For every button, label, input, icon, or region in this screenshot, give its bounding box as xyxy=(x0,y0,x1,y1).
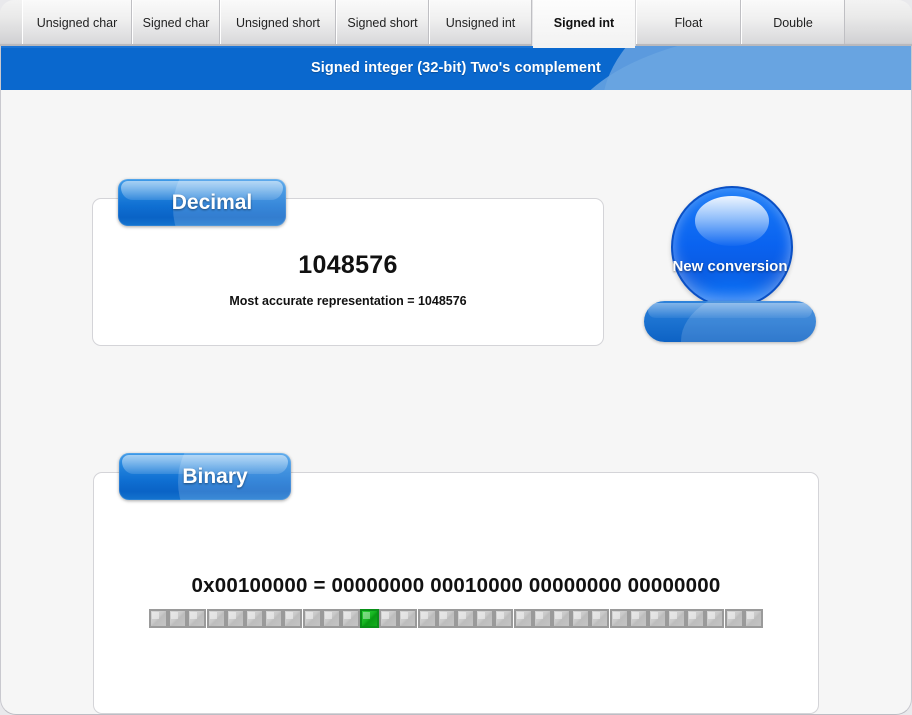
bit-cell-9[interactable] xyxy=(321,609,341,628)
tab-signed-int[interactable]: Signed int xyxy=(532,0,636,48)
bit-cell-25[interactable] xyxy=(628,609,648,628)
bit-cell-1[interactable] xyxy=(168,609,188,628)
bit-cell-17[interactable] xyxy=(475,609,495,628)
bit-cell-0[interactable] xyxy=(149,609,168,628)
tab-label: Unsigned char xyxy=(36,16,118,30)
bit-cell-20[interactable] xyxy=(532,609,552,628)
tab-label: Float xyxy=(674,16,703,30)
tab-list: Unsigned char Signed char Unsigned short… xyxy=(22,0,845,48)
page-banner: Signed integer (32-bit) Two's complement xyxy=(1,46,911,90)
bit-cell-23[interactable] xyxy=(590,609,610,628)
tab-signed-short[interactable]: Signed short xyxy=(336,0,429,46)
bit-cell-27[interactable] xyxy=(667,609,687,628)
bit-cell-7[interactable] xyxy=(283,609,303,628)
binary-tag-label: Binary xyxy=(182,464,248,488)
decimal-value: 1048576 xyxy=(298,251,398,279)
tab-label: Unsigned int xyxy=(445,16,516,30)
bit-cell-3[interactable] xyxy=(206,609,226,628)
bit-cell-19[interactable] xyxy=(513,609,533,628)
decimal-accuracy-note: Most accurate representation = 1048576 xyxy=(229,294,467,308)
bit-cell-21[interactable] xyxy=(551,609,571,628)
bit-cell-16[interactable] xyxy=(456,609,475,628)
bit-cell-4[interactable] xyxy=(225,609,245,628)
bit-cell-29[interactable] xyxy=(705,609,725,628)
bit-cell-10[interactable] xyxy=(340,609,360,628)
bit-cell-5[interactable] xyxy=(244,609,264,628)
bit-cell-30[interactable] xyxy=(724,609,744,628)
page-title: Signed integer (32-bit) Two's complement xyxy=(311,60,601,76)
tab-unsigned-char[interactable]: Unsigned char xyxy=(22,0,132,46)
tab-signed-char[interactable]: Signed char xyxy=(132,0,220,46)
tab-unsigned-short[interactable]: Unsigned short xyxy=(220,0,336,46)
decimal-tag-label: Decimal xyxy=(171,190,253,214)
content-panel: Signed integer (32-bit) Two's complement… xyxy=(0,46,912,715)
tab-label: Signed short xyxy=(347,16,418,30)
application-window: Unsigned char Signed char Unsigned short… xyxy=(0,0,912,715)
tab-label: Signed char xyxy=(142,16,210,30)
binary-section-tag: Binary xyxy=(119,453,291,500)
bit-cell-26[interactable] xyxy=(647,609,667,628)
bit-cell-14[interactable] xyxy=(417,609,437,628)
bit-cell-22[interactable] xyxy=(571,609,591,628)
new-conversion-button[interactable]: New conversion xyxy=(644,186,816,346)
tab-float[interactable]: Float xyxy=(636,0,741,46)
new-conversion-label: New conversion xyxy=(672,257,788,275)
bit-cell-2[interactable] xyxy=(187,609,207,628)
bit-cell-12[interactable] xyxy=(379,609,399,628)
tab-label: Signed int xyxy=(553,16,615,30)
bit-cell-31[interactable] xyxy=(743,609,763,628)
bit-cell-24[interactable] xyxy=(609,609,629,628)
tab-unsigned-int[interactable]: Unsigned int xyxy=(429,0,532,46)
bit-cell-11[interactable] xyxy=(360,609,380,628)
decimal-section-tag: Decimal xyxy=(118,179,286,226)
tab-strip: Unsigned char Signed char Unsigned short… xyxy=(0,0,912,48)
tab-label: Double xyxy=(773,16,813,30)
tab-double[interactable]: Double xyxy=(741,0,845,46)
bit-cell-15[interactable] xyxy=(436,609,456,628)
tab-label: Unsigned short xyxy=(235,16,321,30)
bit-cell-13[interactable] xyxy=(398,609,418,628)
bit-cell-18[interactable] xyxy=(494,609,514,628)
bit-toggle-row[interactable] xyxy=(149,609,763,628)
bit-cell-8[interactable] xyxy=(302,609,322,628)
bit-cell-28[interactable] xyxy=(686,609,706,628)
binary-expression: 0x00100000 = 00000000 00010000 00000000 … xyxy=(191,574,721,597)
bit-cell-6[interactable] xyxy=(264,609,284,628)
